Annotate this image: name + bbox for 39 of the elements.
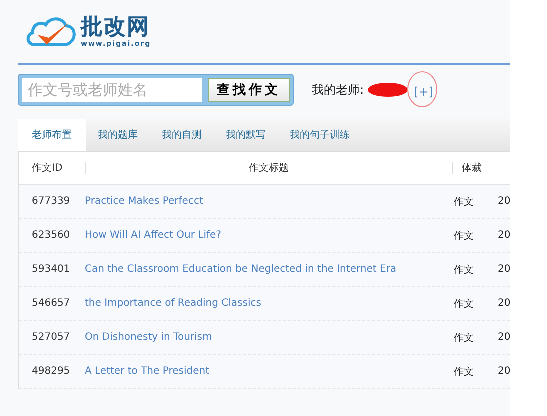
essay-title-link[interactable]: Practice Makes Perfecct [85, 196, 204, 207]
table-cell-text: 作文 [453, 196, 475, 208]
search-field[interactable]: 作文号或老师姓名 [22, 78, 202, 102]
table-cell-text: 498295 [31, 366, 72, 377]
tab[interactable]: 我的默写 [214, 119, 278, 151]
table-cell-text: 20 [497, 230, 510, 241]
table-cell-text: 20 [497, 366, 510, 377]
essay-title-link[interactable]: A Letter to The President [85, 366, 210, 377]
highlight-circle [407, 70, 438, 108]
table-cell-text: 作文 [453, 332, 475, 344]
table-cell-text: 546657 [31, 298, 72, 309]
table-cell-text: 20 [497, 264, 510, 275]
table-cell-text: 20 [497, 298, 510, 309]
column-header: 作文ID [31, 162, 64, 175]
teacher-label: 我的老师: [312, 82, 364, 98]
table-cell-text: 677339 [31, 196, 72, 207]
table-cell-text: 作文 [453, 230, 475, 242]
column-header: 作文标题 [249, 162, 289, 175]
table-cell-text: 作文 [453, 264, 475, 276]
find-button[interactable]: 查找作文 [208, 78, 290, 102]
essay-title-link[interactable]: Can the Classroom Education be Neglected in the Internet Era [85, 264, 397, 275]
tab[interactable]: 我的题库 [86, 119, 150, 151]
logo-icon [25, 14, 77, 48]
essay-title-link[interactable]: On Dishonesty in Tourism [85, 332, 212, 343]
table-cell-text: 623560 [31, 230, 72, 241]
table-cell-text: 作文 [453, 298, 475, 310]
column-header: 体裁 [461, 162, 483, 175]
essay-title-link[interactable]: the Importance of Reading Classics [85, 298, 262, 309]
tab[interactable]: 我的句子训练 [278, 119, 362, 151]
tab[interactable]: 老师布置 [18, 119, 86, 151]
tab[interactable]: 我的自测 [150, 119, 214, 151]
table-cell-text: 20 [497, 332, 510, 343]
essay-title-link[interactable]: How Will AI Affect Our Life? [85, 230, 222, 241]
table-cell-text: 593401 [31, 264, 72, 275]
table-cell-text: 20 [497, 196, 510, 207]
redaction-mark [368, 83, 408, 97]
table-cell-text: 作文 [453, 366, 475, 378]
table-cell-text: 527057 [31, 332, 72, 343]
logo-name: 批改网 [81, 16, 151, 40]
